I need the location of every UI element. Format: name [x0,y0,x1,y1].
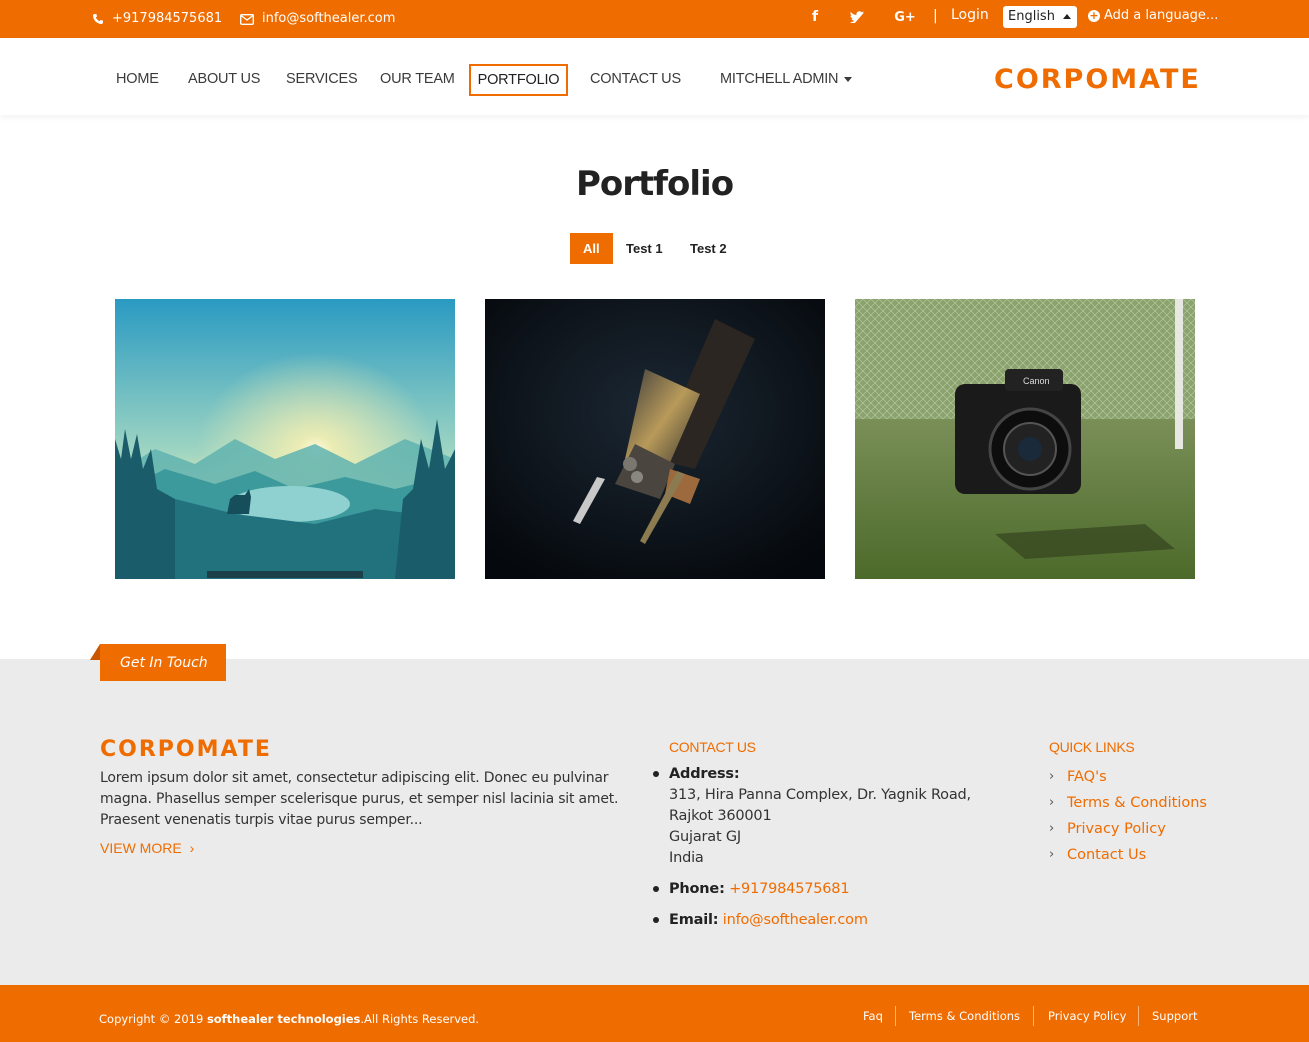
nav-item-portfolio[interactable]: PORTFOLIO [469,64,568,96]
language-select-value: English [1008,9,1055,24]
topbar-separator: | [933,8,938,24]
chevron-right-icon: › [189,840,195,856]
add-language-link[interactable]: + Add a language... [1088,8,1218,23]
filter-test-2[interactable]: Test 2 [677,233,740,264]
page-title: Portfolio [575,164,734,204]
footer-about-text: Lorem ipsum dolor sit amet, consectetur … [100,770,619,828]
login-link[interactable]: Login [951,7,989,23]
phone-label: Phone: [669,881,725,897]
topbar-phone-text: +917984575681 [112,11,223,26]
footer-contact-list: Address: 313, Hira Panna Complex, Dr. Ya… [653,764,1009,941]
divider [895,1006,896,1026]
tab-fold-decoration [90,644,100,660]
caret-up-icon [1063,14,1071,19]
bottom-link-faq[interactable]: Faq [863,1009,883,1023]
quick-link-label: Terms & Conditions [1067,795,1207,811]
envelope-icon [240,13,254,25]
chevron-right-icon: › [1049,821,1055,836]
chevron-right-icon: › [1049,795,1055,810]
footer-contact-title: CONTACT US [669,739,756,755]
quick-link-faq[interactable]: › FAQ's [1049,764,1207,790]
phone-icon [92,13,104,25]
topbar-email-text: info@softhealer.com [262,11,396,26]
topbar-email[interactable]: info@softhealer.com [240,0,395,38]
filter-test-1[interactable]: Test 1 [613,233,676,264]
add-language-label: Add a language... [1104,8,1219,23]
address-label: Address: [669,766,740,782]
company-name: softhealer technologies [206,1012,361,1026]
view-more-label: VIEW MORE [100,840,182,856]
bottom-bar: Copyright © 2019 softhealer technologies… [0,985,1309,1042]
quick-link-contact[interactable]: › Contact Us [1049,842,1207,868]
divider [1138,1006,1139,1026]
bottom-link-support[interactable]: Support [1152,1009,1197,1023]
language-select[interactable]: English [1003,6,1077,28]
svg-text:Canon: Canon [1023,376,1050,386]
copyright-prefix: Copyright © 2019 [99,1012,204,1026]
nav-item-about-us[interactable]: ABOUT US [176,64,272,96]
top-bar: +917984575681 info@softhealer.com f G+ |… [0,0,1309,38]
contact-phone: Phone: +917984575681 [653,879,1009,900]
chevron-down-icon [844,76,853,82]
nav-item-user-menu[interactable]: MITCHELL ADMIN [708,64,864,96]
plus-circle-icon: + [1088,8,1100,22]
copyright-suffix: .All Rights Reserved. [360,1012,480,1026]
copyright: Copyright © 2019 softhealer technologies… [99,1012,479,1026]
address-line: Gujarat GJ [669,829,741,845]
portfolio-item-camera[interactable]: Canon [855,299,1195,579]
user-menu-label: MITCHELL ADMIN [720,71,839,87]
email-label: Email: [669,912,719,928]
quick-link-terms[interactable]: › Terms & Conditions [1049,790,1207,816]
email-link[interactable]: info@softhealer.com [723,912,868,928]
brand-logo[interactable]: CORPOMATE [994,64,1201,95]
bottom-link-privacy[interactable]: Privacy Policy [1048,1009,1126,1023]
nav-item-our-team[interactable]: OUR TEAM [368,64,467,96]
filter-all[interactable]: All [570,233,613,264]
bottom-link-terms[interactable]: Terms & Conditions [909,1009,1020,1023]
portfolio-item-gauntlet[interactable] [485,299,825,579]
nav-item-services[interactable]: SERVICES [274,64,369,96]
nav-item-contact-us[interactable]: CONTACT US [578,64,693,96]
quick-links-list: › FAQ's › Terms & Conditions › Privacy Poli… [1049,764,1207,868]
quick-link-label: FAQ's [1067,769,1107,785]
phone-link[interactable]: +917984575681 [729,881,849,897]
view-more-link[interactable]: VIEW MORE › [100,840,194,856]
portfolio-item-landscape[interactable] [115,299,455,579]
quick-link-label: Privacy Policy [1067,821,1166,837]
topbar-phone[interactable]: +917984575681 [92,0,222,38]
get-in-touch-tab: Get In Touch [100,644,226,681]
contact-email: Email: info@softhealer.com [653,910,1009,931]
quick-link-privacy[interactable]: › Privacy Policy [1049,816,1207,842]
footer-logo: CORPOMATE [100,737,272,762]
contact-address: Address: 313, Hira Panna Complex, Dr. Ya… [653,764,1009,869]
address-line: Rajkot 360001 [669,808,772,824]
chevron-right-icon: › [1049,847,1055,862]
chevron-right-icon: › [1049,769,1055,784]
address-line: 313, Hira Panna Complex, Dr. Yagnik Road… [669,787,971,803]
divider [1033,1006,1034,1026]
twitter-icon[interactable] [846,6,868,28]
google-plus-icon[interactable]: G+ [894,6,916,28]
quick-links-title: QUICK LINKS [1049,739,1135,755]
nav-item-home[interactable]: HOME [104,64,171,96]
facebook-icon[interactable]: f [804,6,826,28]
address-line: India [669,850,704,866]
quick-link-label: Contact Us [1067,847,1147,863]
